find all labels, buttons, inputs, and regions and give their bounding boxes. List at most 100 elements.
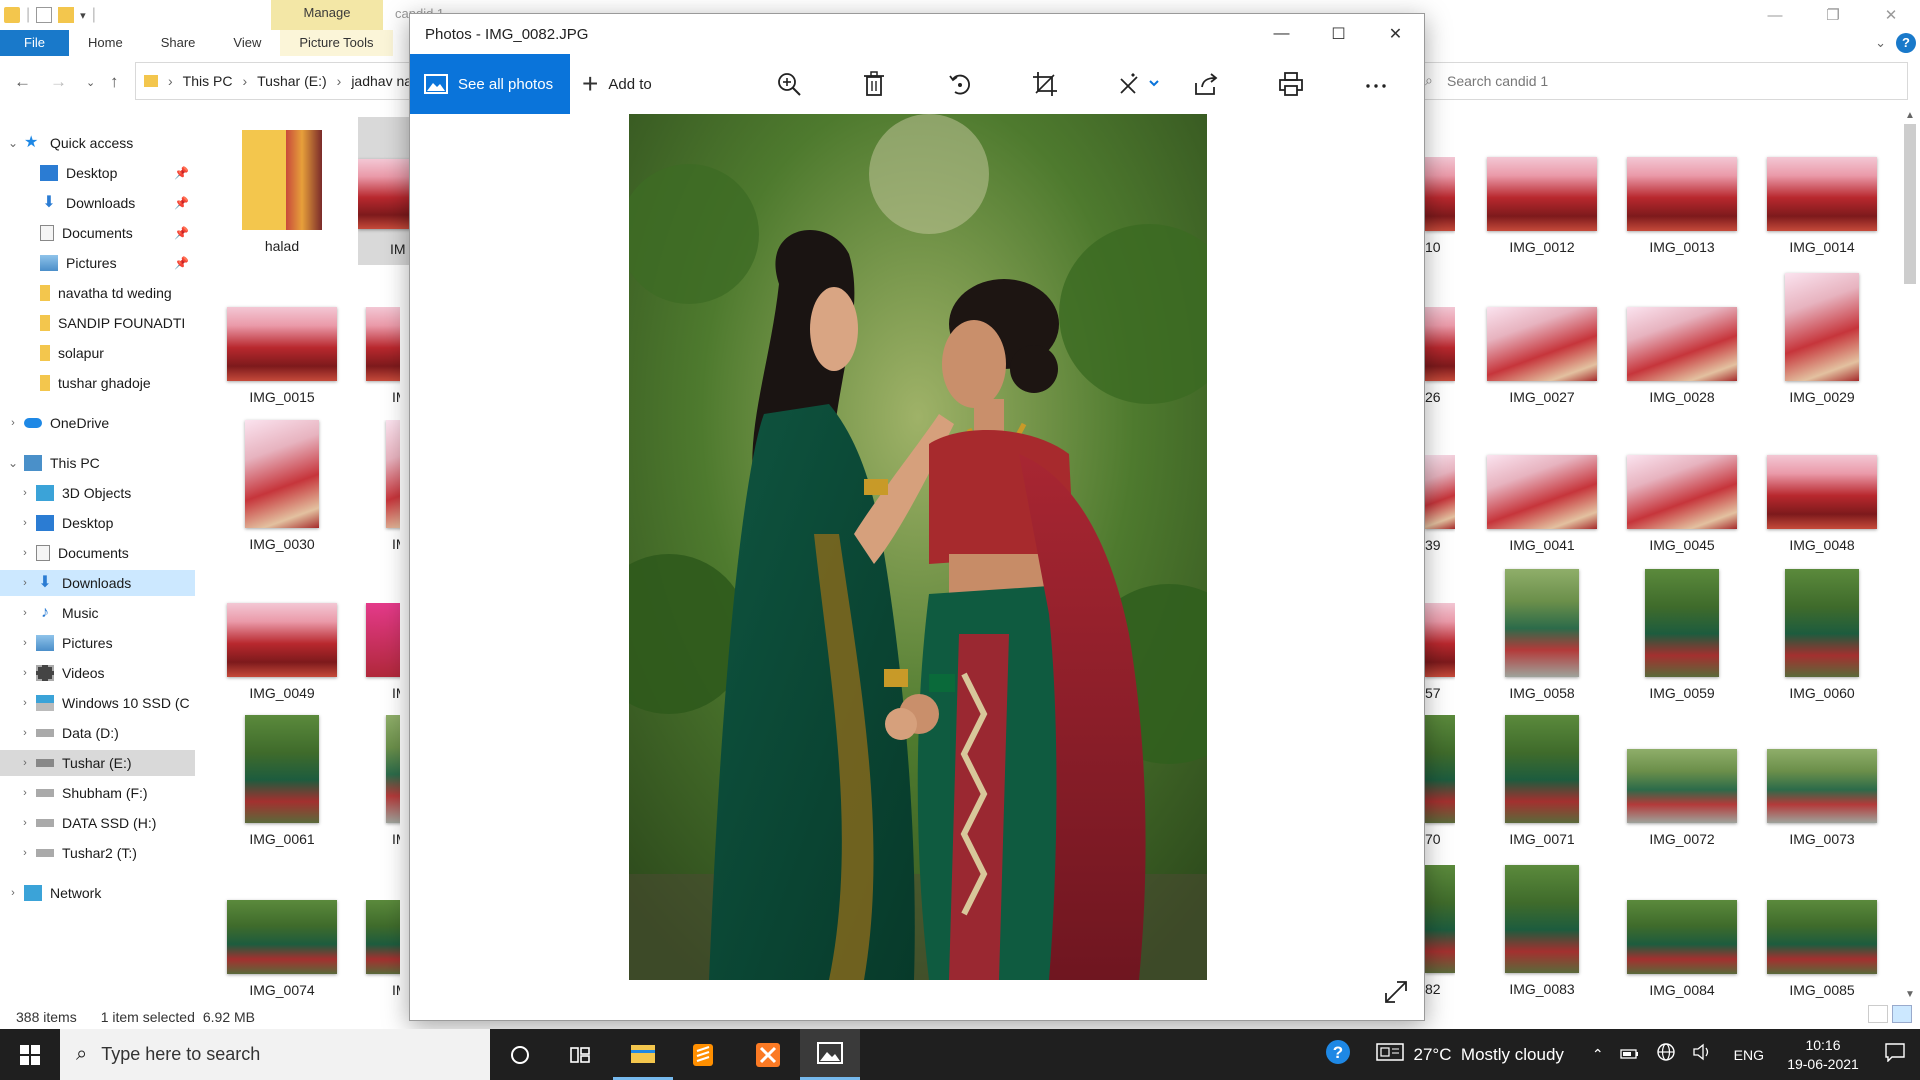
zoom-icon[interactable] <box>773 68 805 100</box>
rotate-icon[interactable] <box>944 68 976 100</box>
file-item[interactable]: 57 <box>1425 603 1455 701</box>
nav-drive-t[interactable]: › Tushar2 (T:) <box>0 840 195 866</box>
file-item[interactable]: IMG_0085 <box>1752 900 1892 998</box>
file-item[interactable]: IMG_0013 <box>1612 157 1752 255</box>
collapsed-chevron-icon[interactable]: › <box>6 887 20 899</box>
collapsed-chevron-icon[interactable]: › <box>18 757 32 769</box>
back-icon[interactable]: ← <box>14 72 31 92</box>
file-item[interactable]: 70 <box>1425 715 1455 847</box>
xampp-icon[interactable] <box>738 1029 798 1080</box>
collapsed-chevron-icon[interactable]: › <box>18 787 32 799</box>
expanded-chevron-icon[interactable]: ⌄ <box>6 136 20 150</box>
nav-desktop[interactable]: Desktop 📌 <box>0 160 195 186</box>
nav-pictures[interactable]: Pictures 📌 <box>0 250 195 276</box>
nav-pc-documents[interactable]: › Documents <box>0 540 195 566</box>
maximize-icon[interactable]: ☐ <box>1310 14 1367 54</box>
nav-network[interactable]: › Network <box>0 880 195 906</box>
collapsed-chevron-icon[interactable]: › <box>18 727 32 739</box>
tab-home[interactable]: Home <box>69 30 142 56</box>
collapsed-chevron-icon[interactable]: › <box>18 817 32 829</box>
properties-icon[interactable] <box>36 7 53 23</box>
collapsed-chevron-icon[interactable]: › <box>18 607 32 619</box>
windows-start-icon[interactable] <box>0 1029 60 1080</box>
file-item[interactable]: IM <box>362 900 400 998</box>
file-explorer-taskbar-icon[interactable] <box>613 1029 673 1080</box>
file-item[interactable]: IMG_0083 <box>1472 865 1612 997</box>
file-item[interactable]: IMG_0074 <box>212 900 352 998</box>
file-item[interactable]: 39 <box>1425 455 1455 553</box>
file-item[interactable]: IMG_0029 <box>1752 273 1892 405</box>
file-item[interactable]: IM <box>362 307 400 405</box>
nav-quick-access[interactable]: ⌄ ★ Quick access <box>0 130 195 156</box>
file-item[interactable]: IMG_0012 <box>1472 157 1612 255</box>
file-item[interactable]: IM <box>362 715 400 847</box>
nav-drive-c[interactable]: › Windows 10 SSD (C <box>0 690 195 716</box>
close-icon[interactable]: ✕ <box>1862 0 1920 30</box>
fullscreen-expand-icon[interactable] <box>1382 978 1410 1006</box>
collapsed-chevron-icon[interactable]: › <box>18 517 32 529</box>
help-icon[interactable]: ? <box>1896 33 1916 53</box>
clock[interactable]: 10:16 19-06-2021 <box>1778 1036 1868 1074</box>
up-icon[interactable]: ↑ <box>110 72 119 92</box>
collapsed-chevron-icon[interactable]: › <box>18 697 32 709</box>
customize-qat-icon[interactable]: ▾ <box>80 9 86 22</box>
photos-taskbar-icon[interactable] <box>800 1029 860 1080</box>
cortana-icon[interactable] <box>490 1029 550 1080</box>
folder-item[interactable]: halad <box>212 130 352 254</box>
taskbar-search-box[interactable]: ⌕ Type here to search <box>60 1029 490 1080</box>
expanded-chevron-icon[interactable]: ⌄ <box>6 456 20 470</box>
volume-icon[interactable] <box>1692 1043 1712 1066</box>
add-to-button[interactable]: + Add to <box>582 54 652 114</box>
weather-widget[interactable]: 27°C Mostly cloudy <box>1375 1042 1564 1067</box>
nav-downloads[interactable]: ⬇ Downloads 📌 <box>0 190 195 216</box>
file-item[interactable]: IMG_0071 <box>1472 715 1612 847</box>
minimize-icon[interactable]: — <box>1746 0 1804 30</box>
show-hidden-icons-chevron-icon[interactable]: ⌃ <box>1592 1046 1604 1063</box>
input-language-indicator[interactable]: ENG <box>1734 1047 1764 1063</box>
nav-folder-solapur[interactable]: solapur <box>0 340 195 366</box>
nav-drive-d[interactable]: › Data (D:) <box>0 720 195 746</box>
expand-ribbon-icon[interactable]: ⌄ <box>1875 35 1886 51</box>
help-tray-icon[interactable]: ? <box>1324 1038 1352 1071</box>
nav-music[interactable]: › ♪ Music <box>0 600 195 626</box>
nav-documents[interactable]: Documents 📌 <box>0 220 195 246</box>
see-all-photos-button[interactable]: See all photos <box>410 54 570 114</box>
collapsed-chevron-icon[interactable]: › <box>6 417 20 429</box>
file-item[interactable]: IMG_0072 <box>1612 749 1752 847</box>
collapsed-chevron-icon[interactable]: › <box>18 487 32 499</box>
file-item[interactable]: IMG_0060 <box>1752 569 1892 701</box>
file-item[interactable]: IMG_0041 <box>1472 455 1612 553</box>
search-input[interactable]: ⌕ Search candid 1 <box>1418 62 1908 100</box>
recent-locations-icon[interactable]: ⌄ <box>86 76 95 89</box>
close-icon[interactable]: ✕ <box>1367 14 1424 54</box>
nav-pc-desktop[interactable]: › Desktop <box>0 510 195 536</box>
file-item[interactable]: IM <box>362 420 400 552</box>
file-item[interactable]: IMG_0030 <box>212 420 352 552</box>
address-bar[interactable]: › This PC › Tushar (E:) › jadhav na <box>135 62 415 100</box>
nav-videos[interactable]: › Videos <box>0 660 195 686</box>
file-item[interactable]: 82 <box>1425 865 1455 997</box>
scroll-up-icon[interactable]: ▲ <box>1905 110 1915 121</box>
breadcrumb-this-pc[interactable]: This PC <box>183 73 233 89</box>
breadcrumb-tushar-e[interactable]: Tushar (E:) <box>257 73 327 89</box>
file-item[interactable]: IMG_0058 <box>1472 569 1612 701</box>
notification-center-icon[interactable] <box>1884 1042 1906 1067</box>
collapsed-chevron-icon[interactable]: › <box>18 577 32 589</box>
print-icon[interactable] <box>1275 68 1307 100</box>
vertical-scrollbar[interactable]: ▲ ▼ <box>1900 110 1920 1000</box>
file-item[interactable]: IMG_0045 <box>1612 455 1752 553</box>
scrollbar-thumb[interactable] <box>1904 124 1916 284</box>
folder-icon[interactable] <box>4 7 20 23</box>
nav-folder-navatha[interactable]: navatha td weding <box>0 280 195 306</box>
collapsed-chevron-icon[interactable]: › <box>18 667 32 679</box>
nav-drive-h[interactable]: › DATA SSD (H:) <box>0 810 195 836</box>
battery-icon[interactable] <box>1620 1045 1640 1065</box>
delete-icon[interactable] <box>858 68 890 100</box>
forward-icon[interactable]: → <box>50 72 67 92</box>
tab-file[interactable]: File <box>0 30 69 56</box>
manage-context-tab[interactable]: Manage <box>271 0 383 30</box>
nav-folder-tushar[interactable]: tushar ghadoje <box>0 370 195 396</box>
restore-icon[interactable]: ❐ <box>1804 0 1862 30</box>
file-item[interactable]: IMG_0027 <box>1472 307 1612 405</box>
network-globe-icon[interactable] <box>1656 1042 1676 1067</box>
